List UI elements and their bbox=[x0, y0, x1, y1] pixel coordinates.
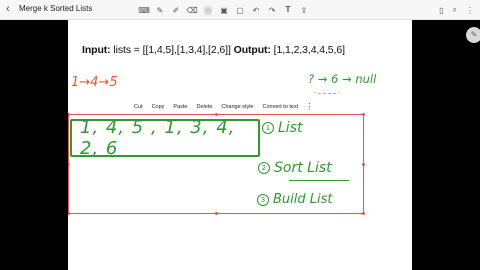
step-list: 1 List bbox=[262, 120, 302, 136]
menu-item-change-style[interactable]: Change style bbox=[221, 104, 253, 110]
tool-redo[interactable]: ↷ bbox=[264, 0, 280, 20]
tool-text[interactable]: 𝐓 bbox=[280, 0, 296, 20]
app-toolbar: ‹ Merge k Sorted Lists ⌨ ✎ ✐ ⌫ ◌ ▣ ▢ ↶ ↷ 𝐓 ⇪ ▯ ⌕ ⋮ bbox=[0, 0, 480, 20]
resize-handle[interactable] bbox=[362, 163, 365, 166]
note-page[interactable]: Input: lists = [[1,4,5],[1,3,4],[2,6]] O… bbox=[68, 20, 412, 270]
resize-handle[interactable] bbox=[362, 113, 365, 116]
tool-undo[interactable]: ↶ bbox=[248, 0, 264, 20]
menu-item-paste[interactable]: Paste bbox=[173, 104, 187, 110]
resize-handle[interactable] bbox=[362, 212, 365, 215]
more-icon[interactable]: ⋮ bbox=[466, 6, 474, 15]
search-icon[interactable]: ⌕ bbox=[453, 5, 457, 15]
tool-keyboard[interactable]: ⌨ bbox=[136, 0, 152, 20]
left-gutter bbox=[0, 20, 68, 270]
resize-handle[interactable] bbox=[215, 212, 218, 215]
eraser-icon: ⌫ bbox=[186, 5, 198, 15]
step-text: Build List bbox=[273, 192, 333, 207]
menu-item-delete[interactable]: Delete bbox=[196, 104, 212, 110]
resize-handle[interactable] bbox=[68, 212, 70, 215]
step-build-list: 3 Build List bbox=[257, 192, 333, 207]
output-value: [1,1,2,3,4,4,5,6] bbox=[270, 44, 345, 56]
right-tools: ▯ ⌕ ⋮ bbox=[439, 0, 474, 20]
keyboard-icon: ⌨ bbox=[138, 5, 150, 15]
tool-share[interactable]: ⇪ bbox=[296, 0, 312, 20]
back-icon[interactable]: ‹ bbox=[6, 3, 10, 15]
step-sort-list: 2 Sort List bbox=[258, 160, 332, 176]
step-text: Sort List bbox=[274, 160, 332, 176]
menu-item-copy[interactable]: Copy bbox=[152, 104, 165, 110]
drawing-tools: ⌨ ✎ ✐ ⌫ ◌ ▣ ▢ ↶ ↷ 𝐓 ⇪ bbox=[136, 0, 312, 20]
tool-image[interactable]: ▣ bbox=[216, 0, 232, 20]
undo-icon: ↶ bbox=[252, 5, 260, 15]
output-label: Output: bbox=[233, 44, 271, 56]
redo-icon: ↷ bbox=[268, 5, 276, 15]
problem-statement: Input: lists = [[1,4,5],[1,3,4],[2,6]] O… bbox=[82, 44, 345, 56]
tool-pen[interactable]: ✎ bbox=[152, 0, 168, 20]
pen-icon: ✎ bbox=[156, 5, 164, 15]
floating-edit-button[interactable]: ✎ bbox=[466, 27, 480, 43]
tool-eraser[interactable]: ⌫ bbox=[184, 0, 200, 20]
merged-values-text: 1, 4, 5 , 1, 3, 4, 2, 6 bbox=[80, 117, 236, 159]
step-text: List bbox=[278, 120, 303, 136]
tool-shape[interactable]: ▢ bbox=[232, 0, 248, 20]
shape-icon: ▢ bbox=[236, 5, 244, 15]
menu-item-cut[interactable]: Cut bbox=[134, 104, 143, 110]
tool-marker[interactable]: ✐ bbox=[168, 0, 184, 20]
note-title: Merge k Sorted Lists bbox=[19, 4, 93, 13]
resize-handle[interactable] bbox=[215, 113, 218, 116]
menu-item-convert-to-text[interactable]: Convert to text bbox=[263, 104, 299, 110]
resize-handle[interactable] bbox=[68, 113, 70, 116]
step-number: 2 bbox=[258, 162, 270, 174]
step-number: 1 bbox=[262, 122, 274, 134]
menu-more-icon[interactable]: ⋮ bbox=[305, 102, 313, 111]
handwriting-list-right: ? → 6 → null bbox=[308, 72, 377, 86]
handwriting-list-left: 1→4→5 bbox=[71, 75, 118, 90]
share-icon: ⇪ bbox=[300, 5, 308, 15]
text-icon: 𝐓 bbox=[285, 5, 291, 14]
selection-context-menu: Cut Copy Paste Delete Change style Convert to… bbox=[134, 99, 314, 114]
resize-handle[interactable] bbox=[68, 163, 70, 166]
marker-icon: ✐ bbox=[172, 5, 180, 15]
image-icon: ▣ bbox=[220, 5, 228, 15]
book-icon[interactable]: ▯ bbox=[439, 6, 443, 15]
input-label: Input: bbox=[82, 44, 111, 56]
tool-lasso[interactable]: ◌ bbox=[200, 0, 216, 20]
input-value: lists = [[1,4,5],[1,3,4],[2,6]] bbox=[110, 44, 234, 56]
right-gutter bbox=[412, 20, 480, 270]
lasso-icon: ◌ bbox=[203, 5, 213, 15]
merged-values-box: 1, 4, 5 , 1, 3, 4, 2, 6 bbox=[70, 117, 260, 159]
step-underline bbox=[289, 180, 349, 181]
dashed-scribble bbox=[313, 89, 341, 94]
step-number: 3 bbox=[257, 193, 269, 206]
